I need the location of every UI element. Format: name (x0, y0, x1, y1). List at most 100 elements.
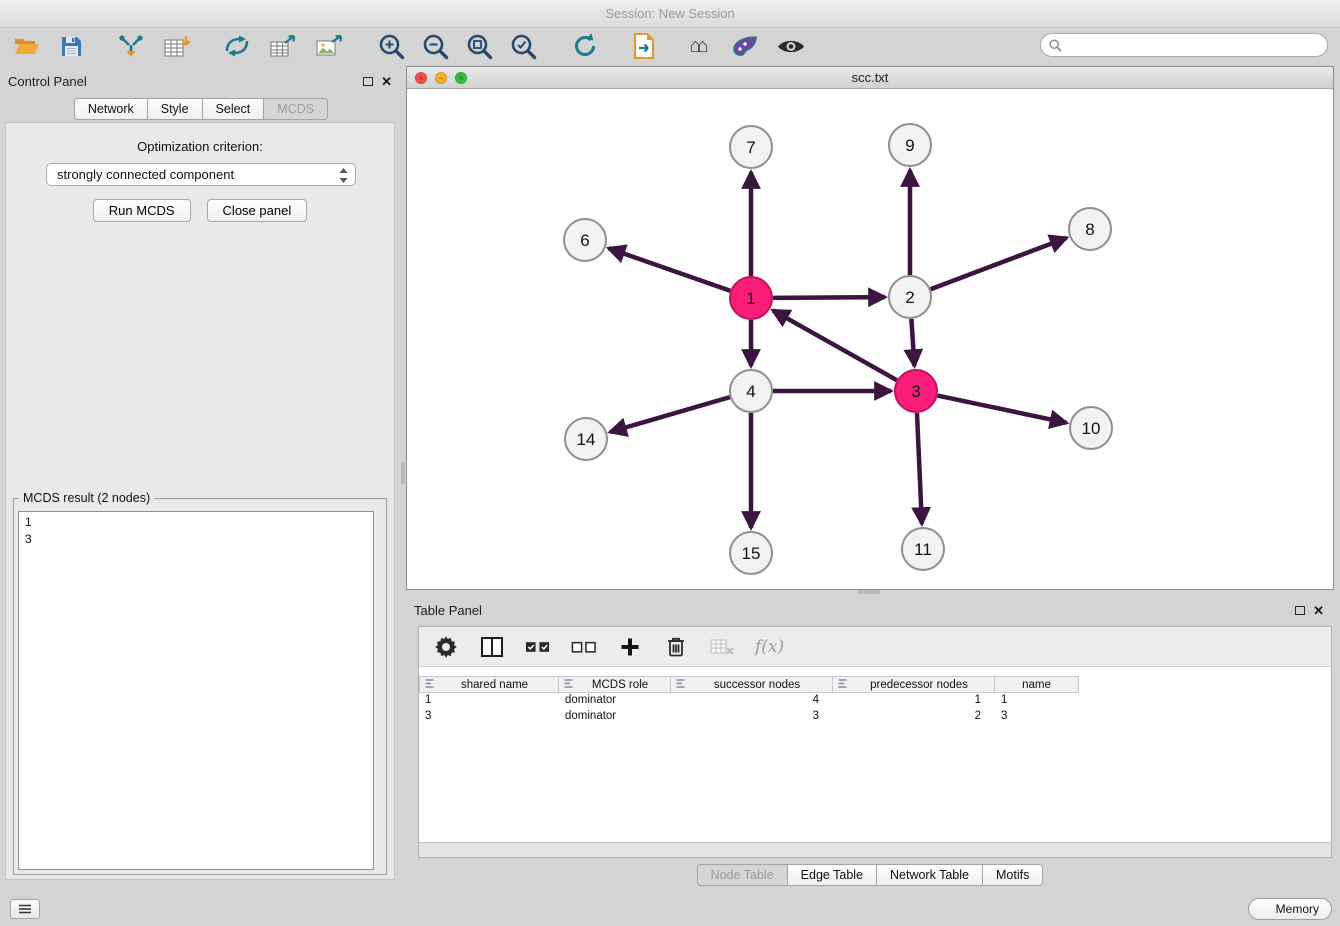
network-graph: 7 9 6 8 1 2 4 3 14 10 15 11 (407, 89, 1333, 589)
tab-edge-table[interactable]: Edge Table (788, 864, 877, 886)
delete-rows-icon[interactable] (663, 634, 689, 660)
graph-edge-1-6[interactable] (609, 248, 731, 290)
new-table-from-network-icon[interactable] (268, 31, 298, 61)
tab-select[interactable]: Select (203, 98, 265, 120)
zoom-fit-content-icon[interactable] (464, 31, 494, 61)
task-history-button[interactable] (10, 899, 40, 919)
tab-mcds[interactable]: MCDS (264, 98, 328, 120)
optimization-criterion-label: Optimization criterion: (6, 139, 394, 154)
show-hide-graphics-icon[interactable] (776, 31, 806, 61)
new-network-icon[interactable] (222, 31, 252, 61)
graph-node-1[interactable]: 1 (730, 277, 772, 319)
apply-preferred-layout-icon[interactable]: ⌂⌂ (684, 31, 714, 61)
close-panel-icon[interactable]: ✕ (1313, 604, 1324, 617)
save-session-icon[interactable] (56, 31, 86, 61)
table-cell: dominator (559, 693, 671, 709)
memory-button[interactable]: Memory (1248, 898, 1332, 920)
table-settings-gear-icon[interactable] (433, 634, 459, 660)
tab-style[interactable]: Style (148, 98, 203, 120)
splitter-handle[interactable] (401, 462, 405, 484)
graph-node-label: 2 (905, 288, 914, 307)
graph-node-2[interactable]: 2 (889, 276, 931, 318)
node-table-body: 1dominator4113dominator323 (419, 693, 1331, 725)
graph-node-7[interactable]: 7 (730, 126, 772, 168)
float-panel-icon[interactable] (1295, 606, 1305, 615)
show-columns-icon[interactable] (479, 634, 505, 660)
window-titlebar[interactable]: Session: New Session (0, 0, 1340, 28)
tab-motifs[interactable]: Motifs (983, 864, 1043, 886)
graph-node-label: 8 (1085, 220, 1094, 239)
tab-network[interactable]: Network (74, 98, 148, 120)
export-image-icon[interactable] (314, 31, 344, 61)
graph-node-6[interactable]: 6 (564, 219, 606, 261)
memory-label: Memory (1276, 902, 1319, 916)
open-file-icon[interactable] (12, 31, 42, 61)
control-panel-tabs: Network Style Select MCDS (74, 98, 328, 120)
optimization-criterion-select[interactable]: strongly connected component (46, 163, 356, 186)
refresh-view-icon[interactable] (570, 31, 600, 61)
graph-node-14[interactable]: 14 (565, 418, 607, 460)
control-panel: Control Panel ✕ Network Style Select MCD… (0, 64, 402, 892)
mcds-result-list[interactable]: 1 3 (18, 511, 374, 870)
select-all-rows-icon[interactable] (525, 634, 551, 660)
tab-network-table[interactable]: Network Table (877, 864, 983, 886)
graph-edge-2-8[interactable] (931, 238, 1067, 289)
table-cell: 3 (671, 709, 833, 725)
network-window-titlebar[interactable]: × − + scc.txt (407, 67, 1333, 89)
horizontal-scrollbar[interactable] (419, 842, 1331, 857)
graph-edge-3-1[interactable] (773, 310, 897, 380)
graph-node-10[interactable]: 10 (1070, 407, 1112, 449)
search-field[interactable] (1040, 33, 1328, 57)
graph-node-label: 3 (911, 382, 920, 401)
import-network-from-file-icon[interactable] (116, 31, 146, 61)
graph-edge-1-2[interactable] (773, 297, 885, 298)
graph-node-8[interactable]: 8 (1069, 208, 1111, 250)
graph-node-label: 10 (1082, 419, 1101, 438)
graph-edge-3-10[interactable] (938, 396, 1067, 423)
zoom-out-icon[interactable] (420, 31, 450, 61)
table-panel-title: Table Panel (414, 603, 482, 618)
export-network-icon[interactable] (630, 31, 660, 61)
search-input[interactable] (1067, 38, 1319, 52)
graph-edge-2-3[interactable] (911, 319, 914, 366)
graph-node-label: 6 (580, 231, 589, 250)
table-panel: Table Panel ✕ (406, 596, 1334, 888)
main-toolbar: ⌂⌂ (0, 28, 1340, 64)
table-row[interactable]: 3dominator323 (419, 709, 1331, 725)
graph-node-label: 7 (746, 138, 755, 157)
mcds-result-title: MCDS result (2 nodes) (19, 491, 154, 505)
graph-edge-3-11[interactable] (917, 413, 922, 524)
zoom-in-icon[interactable] (376, 31, 406, 61)
status-bar: Memory (0, 892, 1340, 926)
column-header-name[interactable]: name (995, 676, 1079, 693)
column-header-successor-nodes[interactable]: successor nodes (671, 676, 833, 693)
graph-node-9[interactable]: 9 (889, 124, 931, 166)
window-title: Session: New Session (605, 6, 734, 21)
table-cell: 2 (833, 709, 995, 725)
network-view-window: × − + scc.txt 7 9 6 8 1 2 4 3 14 10 15 11 (406, 66, 1334, 590)
graph-edge-4-14[interactable] (610, 397, 730, 432)
table-row[interactable]: 1dominator411 (419, 693, 1331, 709)
zoom-selected-region-icon[interactable] (508, 31, 538, 61)
node-table: shared name MCDS role successor nodes pr… (419, 676, 1331, 725)
run-mcds-button[interactable]: Run MCDS (93, 199, 191, 222)
column-header-predecessor-nodes[interactable]: predecessor nodes (833, 676, 995, 693)
graph-node-15[interactable]: 15 (730, 532, 772, 574)
float-panel-icon[interactable] (363, 77, 373, 86)
column-header-mcds-role[interactable]: MCDS role (559, 676, 671, 693)
column-header-shared-name[interactable]: shared name (419, 676, 559, 693)
table-cell: 1 (833, 693, 995, 709)
apply-style-icon[interactable] (730, 31, 760, 61)
graph-node-11[interactable]: 11 (902, 528, 944, 570)
import-table-from-file-icon[interactable] (162, 31, 192, 61)
graph-node-3[interactable]: 3 (895, 370, 937, 412)
unselect-all-rows-icon[interactable] (571, 634, 597, 660)
network-canvas[interactable]: 7 9 6 8 1 2 4 3 14 10 15 11 (407, 89, 1333, 589)
tab-node-table[interactable]: Node Table (697, 864, 788, 886)
graph-node-label: 14 (577, 430, 596, 449)
graph-node-4[interactable]: 4 (730, 370, 772, 412)
close-panel-button[interactable]: Close panel (207, 199, 308, 222)
close-panel-icon[interactable]: ✕ (381, 75, 392, 88)
add-row-icon[interactable] (617, 634, 643, 660)
splitter-handle[interactable] (858, 590, 880, 594)
